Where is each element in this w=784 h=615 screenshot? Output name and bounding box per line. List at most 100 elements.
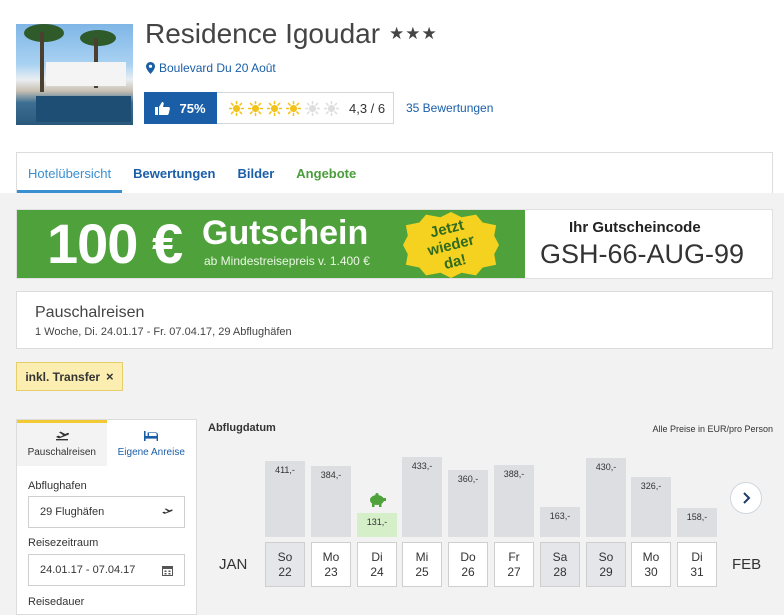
airplane-icon: [55, 431, 69, 441]
close-icon[interactable]: ×: [106, 369, 114, 384]
voucher-word: Gutschein: [202, 214, 369, 252]
calendar-icon: [162, 565, 173, 576]
date-day: 30: [644, 564, 658, 579]
period-input[interactable]: 24.01.17 - 07.04.17: [28, 554, 185, 586]
price-label: 388,-: [503, 469, 525, 479]
date-day: 26: [461, 564, 475, 579]
date-weekday: Fr: [508, 549, 520, 564]
price-label: 163,-: [549, 511, 571, 521]
month-label-right: FEB: [732, 556, 762, 573]
travel-type-tabs: Pauschalreisen Eigene Anreise: [17, 420, 196, 466]
hotel-name: Residence Igoudar: [145, 18, 381, 49]
date-day: 25: [415, 564, 429, 579]
price-label: 411,-: [275, 465, 295, 475]
tab-bilder[interactable]: Bilder: [226, 153, 285, 193]
chart-title: Abflugdatum: [208, 422, 276, 434]
date-cell[interactable]: Sa 28: [540, 542, 580, 587]
bed-icon: [144, 431, 159, 441]
airports-label: Abflughafen: [28, 480, 87, 492]
voucher-code-label: Ihr Gutscheincode: [569, 219, 701, 236]
date-day: 28: [553, 564, 567, 579]
sun-icon: [286, 100, 301, 116]
sun-icon: [324, 100, 339, 116]
address-text: Boulevard Du 20 Août: [159, 61, 276, 75]
thumbs-up-icon: [155, 102, 171, 115]
reviews-link[interactable]: 35 Bewertungen: [406, 101, 493, 115]
hotel-photo[interactable]: [16, 24, 133, 125]
piggy-bank-icon: [370, 493, 386, 507]
hotel-header: Residence Igoudar ★★★ Boulevard Du 20 Ao…: [0, 0, 784, 193]
recommendation-value: 75%: [179, 100, 206, 116]
chart-next-button[interactable]: [730, 482, 762, 514]
date-weekday: Mo: [642, 549, 660, 564]
month-label-left: JAN: [219, 556, 248, 573]
price-label: 384,-: [320, 470, 342, 480]
filter-chip-transfer[interactable]: inkl. Transfer ×: [16, 362, 123, 391]
date-day: 24: [370, 564, 384, 579]
date-weekday: Di: [691, 549, 703, 564]
date-weekday: Mo: [322, 549, 340, 564]
date-day: 23: [324, 564, 338, 579]
period-value: 24.01.17 - 07.04.17: [40, 564, 136, 576]
tab-angebote[interactable]: Angebote: [285, 153, 367, 193]
voucher-seal-text: Jetzt wieder da!: [425, 216, 477, 273]
date-day: 27: [507, 564, 521, 579]
map-pin-icon: [146, 62, 155, 74]
filter-chip-label: inkl. Transfer: [25, 369, 101, 384]
sun-rating-icons: [229, 100, 339, 116]
price-label: 430,-: [595, 462, 617, 472]
package-subtitle: 1 Woche, Di. 24.01.17 - Fr. 07.04.17, 29…: [35, 326, 292, 338]
date-day: 31: [690, 564, 704, 579]
price-label: 360,-: [457, 474, 479, 484]
date-day: 22: [278, 564, 292, 579]
tab-pauschalreisen-label: Pauschalreisen: [27, 447, 96, 458]
package-summary: Pauschalreisen 1 Woche, Di. 24.01.17 - F…: [16, 291, 773, 349]
hotel-tabs: Hotelübersicht Bewertungen Bilder Angebo…: [16, 152, 773, 193]
tab-eigene-anreise[interactable]: Eigene Anreise: [106, 420, 196, 466]
tab-hoteluebersicht[interactable]: Hotelübersicht: [17, 153, 123, 193]
date-weekday: Di: [371, 549, 383, 564]
hotel-stars: ★★★: [389, 24, 438, 43]
sun-icon: [267, 100, 282, 116]
sun-icon: [248, 100, 263, 116]
date-cell[interactable]: So 29: [586, 542, 626, 587]
voucher-subline: ab Mindestreisepreis v. 1.400 €: [204, 254, 370, 268]
recommendation-badge: 75%: [144, 92, 217, 124]
sun-icon: [229, 100, 244, 116]
chart-currency-note: Alle Preise in EUR/pro Person: [652, 424, 773, 434]
date-cell[interactable]: Mo 30: [631, 542, 671, 587]
tab-eigene-anreise-label: Eigene Anreise: [117, 447, 185, 458]
search-sidebar: Pauschalreisen Eigene Anreise Abflughafe…: [16, 419, 197, 615]
date-cell[interactable]: Do 26: [448, 542, 488, 587]
sun-rating: 4,3 / 6: [217, 92, 394, 124]
airplane-icon: [162, 508, 173, 514]
date-day: 29: [599, 564, 613, 579]
date-weekday: So: [277, 549, 293, 564]
voucher-amount: 100 €: [47, 212, 183, 275]
airports-select[interactable]: 29 Flughäfen: [28, 496, 185, 528]
tab-bewertungen[interactable]: Bewertungen: [122, 153, 226, 193]
date-cell[interactable]: Mi 25: [402, 542, 442, 587]
date-weekday: Mi: [415, 549, 429, 564]
date-cell[interactable]: Di 24: [357, 542, 397, 587]
sun-icon: [305, 100, 320, 116]
package-title: Pauschalreisen: [35, 304, 145, 321]
voucher-code: GSH-66-AUG-99: [540, 239, 745, 269]
date-weekday: So: [598, 549, 614, 564]
date-weekday: Do: [460, 549, 476, 564]
tab-pauschalreisen[interactable]: Pauschalreisen: [17, 420, 107, 466]
date-weekday: Sa: [552, 549, 568, 564]
hotel-address[interactable]: Boulevard Du 20 Août: [146, 61, 276, 75]
date-cell[interactable]: Fr 27: [494, 542, 534, 587]
airports-value: 29 Flughäfen: [40, 506, 105, 518]
rating-value: 4,3 / 6: [349, 100, 386, 116]
date-cell[interactable]: Mo 23: [311, 542, 351, 587]
date-cell[interactable]: So 22: [265, 542, 305, 587]
voucher-banner[interactable]: 100 € Gutschein ab Mindestreisepreis v. …: [16, 209, 773, 279]
price-label: 158,-: [686, 512, 708, 522]
chevron-right-icon: [742, 492, 750, 504]
price-label: 326,-: [640, 481, 662, 491]
period-label: Reisezeitraum: [28, 537, 99, 549]
date-cell[interactable]: Di 31: [677, 542, 717, 587]
duration-label: Reisedauer: [28, 596, 85, 608]
